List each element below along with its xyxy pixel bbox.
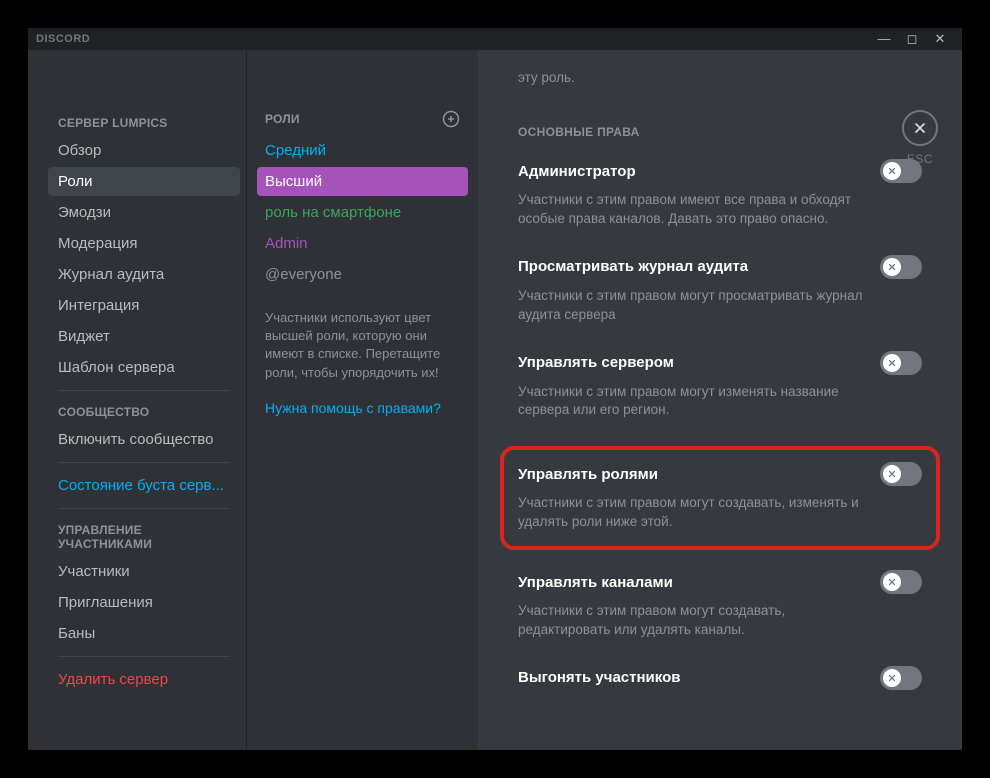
nav-overview[interactable]: Обзор (48, 136, 240, 165)
nav-emoji[interactable]: Эмодзи (48, 198, 240, 227)
brand: DISCORD (36, 33, 90, 45)
content: СЕРВЕР LUMPICS Обзор Роли Эмодзи Модерац… (28, 50, 962, 750)
add-role-button[interactable] (442, 110, 460, 128)
nav-delete-server[interactable]: Удалить сервер (48, 665, 240, 694)
nav-server-template[interactable]: Шаблон сервера (48, 353, 240, 382)
permission-toggle[interactable] (880, 255, 922, 279)
app-window: DISCORD — ◻ ✕ СЕРВЕР LUMPICS Обзор Роли … (28, 28, 962, 750)
maximize-button[interactable]: ◻ (898, 28, 926, 50)
permission-title: Выгонять участников (518, 669, 680, 686)
close-icon (912, 120, 928, 136)
nav-integrations[interactable]: Интеграция (48, 291, 240, 320)
settings-sidebar: СЕРВЕР LUMPICS Обзор Роли Эмодзи Модерац… (28, 50, 246, 750)
close-settings-button[interactable] (902, 110, 938, 146)
x-icon (883, 669, 901, 687)
permission-description: Участники с этим правом могут изменять н… (518, 383, 878, 421)
nav-enable-community[interactable]: Включить сообщество (48, 425, 240, 454)
permission-description: Участники с этим правом могут создавать,… (518, 494, 878, 532)
perm-section-title: ОСНОВНЫЕ ПРАВА (518, 125, 922, 139)
role-item[interactable]: роль на смартфоне (257, 198, 468, 227)
nav-roles[interactable]: Роли (48, 167, 240, 196)
role-item[interactable]: Admin (257, 229, 468, 258)
permission-title: Администратор (518, 163, 636, 180)
roles-column: РОЛИ СреднийВысшийроль на смартфонеAdmin… (246, 50, 478, 750)
permission-row: Управлять сервером Участники с этим право… (518, 351, 922, 421)
permission-toggle[interactable] (880, 159, 922, 183)
permission-title: Просматривать журнал аудита (518, 258, 748, 275)
role-item[interactable]: @everyone (257, 260, 468, 289)
divider (58, 390, 230, 391)
permission-title: Управлять каналами (518, 574, 673, 591)
permission-toggle[interactable] (880, 351, 922, 375)
titlebar: DISCORD — ◻ ✕ (28, 28, 962, 50)
nav-members[interactable]: Участники (48, 557, 240, 586)
permission-row: Администратор Участники с этим правом име… (518, 159, 922, 229)
permission-title: Управлять сервером (518, 354, 674, 371)
x-icon (883, 465, 901, 483)
top-description-fragment: эту роль. (518, 70, 922, 85)
nav-boost-status[interactable]: Состояние буста серв... (48, 471, 240, 500)
nav-bans[interactable]: Баны (48, 619, 240, 648)
main-panel: ESC эту роль. ОСНОВНЫЕ ПРАВА Администрат… (478, 50, 962, 750)
role-item[interactable]: Высший (257, 167, 468, 196)
permission-title: Управлять ролями (518, 466, 658, 483)
divider (58, 462, 230, 463)
x-icon (883, 573, 901, 591)
nav-widget[interactable]: Виджет (48, 322, 240, 351)
x-icon (883, 354, 901, 372)
divider (58, 508, 230, 509)
role-item[interactable]: Средний (257, 136, 468, 165)
permission-toggle[interactable] (880, 666, 922, 690)
permission-row: Выгонять участников (518, 666, 922, 690)
roles-help-link[interactable]: Нужна помощь с правами? (257, 382, 468, 416)
close-area: ESC (902, 110, 938, 166)
roles-header: РОЛИ (265, 112, 300, 126)
permission-row: Просматривать журнал аудита Участники с э… (518, 255, 922, 325)
members-section-header: УПРАВЛЕНИЕ УЧАСТНИКАМИ (48, 517, 240, 557)
permission-toggle[interactable] (880, 462, 922, 486)
close-window-button[interactable]: ✕ (926, 28, 954, 50)
x-icon (883, 162, 901, 180)
permission-row-highlighted: Управлять ролями Участники с этим правом … (500, 446, 940, 550)
permission-description: Участники с этим правом имеют все права … (518, 191, 878, 229)
roles-hint: Участники используют цвет высшей роли, к… (257, 291, 468, 382)
minimize-button[interactable]: — (870, 28, 898, 50)
permission-description: Участники с этим правом могут просматрив… (518, 287, 878, 325)
nav-audit-log[interactable]: Журнал аудита (48, 260, 240, 289)
server-section-header: СЕРВЕР LUMPICS (48, 110, 240, 136)
nav-invites[interactable]: Приглашения (48, 588, 240, 617)
nav-moderation[interactable]: Модерация (48, 229, 240, 258)
permission-toggle[interactable] (880, 570, 922, 594)
permission-row: Управлять каналами Участники с этим право… (518, 570, 922, 640)
permission-description: Участники с этим правом могут создавать,… (518, 602, 878, 640)
community-section-header: СООБЩЕСТВО (48, 399, 240, 425)
divider (58, 656, 230, 657)
plus-icon (442, 110, 460, 128)
x-icon (883, 258, 901, 276)
